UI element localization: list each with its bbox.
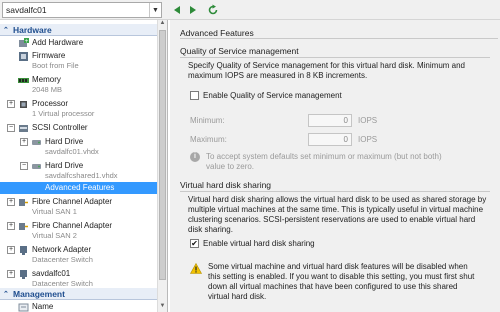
tree-item-label: Hard Drive [45,137,84,146]
tree-item-detail: savdalfc01.vhdx [45,147,99,156]
tree-item-memory[interactable]: Memory 2048 MB [0,74,157,96]
sharing-warning: Some virtual machine and virtual hard di… [208,262,475,301]
hardware-section-header[interactable]: ⌃ Hardware [0,24,157,36]
tree-item-network-adapter-2[interactable]: + savdalfc01 Datacenter Switch [0,268,157,290]
tree-item-label: Fibre Channel Adapter [32,221,113,230]
fibre-channel-icon [18,221,29,232]
tree-item-label: savdalfc01 [32,269,71,278]
sharing-description: Virtual hard disk sharing allows the vir… [188,195,487,234]
qos-group: Quality of Service management Specify Qu… [180,46,490,174]
enable-sharing-checkbox[interactable]: ✔ [190,239,199,248]
tree-item-processor[interactable]: + Processor 1 Virtual processor [0,98,157,120]
maximum-unit: IOPS [358,135,378,144]
tree-item-detail: 2048 MB [32,85,63,94]
processor-icon [18,99,29,110]
refresh-icon[interactable] [206,3,220,17]
expand-icon[interactable]: + [7,100,15,108]
tree-item-label: Add Hardware [32,38,84,47]
tree-item-label: Firmware [32,51,66,60]
tree-item-hard-drive-1[interactable]: + Hard Drive savdalfc01.vhdx [0,136,157,158]
warning-icon [189,262,203,274]
tree-scrollbar[interactable]: ▲ ▼ [157,20,167,312]
tree-item-label: Network Adapter [32,245,92,254]
tree-item-fibre-channel-2[interactable]: + Fibre Channel Adapter Virtual SAN 2 [0,220,157,242]
enable-sharing-label: Enable virtual hard disk sharing [203,239,315,248]
tree-item-detail: Virtual SAN 1 [32,207,77,216]
svg-text:+: + [24,38,28,44]
tree-item-add-hardware[interactable]: + Add Hardware [0,37,157,49]
tree-item-name[interactable]: Name [0,301,157,312]
title-divider [180,38,498,39]
management-header-label: Management [13,288,65,299]
firmware-icon [18,51,29,62]
chevron-down-icon[interactable]: ▼ [149,3,161,17]
expand-icon[interactable]: + [7,222,15,230]
vm-selector-value: savdalfc01 [6,5,47,15]
tree-item-advanced-features[interactable]: Advanced Features [0,182,157,194]
expand-icon[interactable]: + [20,138,28,146]
collapse-icon[interactable]: ⌃ [3,290,13,298]
sharing-group: Virtual hard disk sharing Virtual hard d… [180,180,490,310]
enable-qos-label: Enable Quality of Service management [203,91,342,100]
tree-item-hard-drive-2[interactable]: − Hard Drive savdalfcshared1.vhdx [0,160,157,182]
vm-selector[interactable]: savdalfc01 ▼ [2,2,162,18]
back-arrow-icon[interactable] [170,3,184,17]
tree-item-detail: Datacenter Switch [32,279,93,288]
scsi-controller-icon [18,123,29,134]
tree-item-network-adapter[interactable]: + Network Adapter Datacenter Switch [0,244,157,266]
minimum-iops-input[interactable]: 0 [308,114,352,127]
tree-item-label: Memory [32,75,61,84]
expand-icon[interactable]: + [7,270,15,278]
network-adapter-icon [18,269,29,280]
group-divider [180,57,490,58]
details-pane: Advanced Features Quality of Service man… [170,20,500,312]
scrollbar-thumb[interactable] [159,30,166,280]
sharing-group-title: Virtual hard disk sharing [180,180,272,190]
tree-item-fibre-channel-1[interactable]: + Fibre Channel Adapter Virtual SAN 1 [0,196,157,218]
tree-item-scsi-controller[interactable]: − SCSI Controller [0,122,157,134]
network-adapter-icon [18,245,29,256]
tree-item-detail: 1 Virtual processor [32,109,95,118]
toolbar: savdalfc01 ▼ [0,0,500,20]
collapse-icon[interactable]: − [20,162,28,170]
expand-icon[interactable]: + [7,198,15,206]
hard-drive-icon [31,161,42,172]
scroll-up-icon[interactable]: ▲ [158,20,167,29]
page-title: Advanced Features [180,28,254,38]
tree-item-label: Processor [32,99,69,108]
tree-item-label: Name [32,302,54,311]
management-section-header[interactable]: ⌃ Management [0,288,157,300]
hard-drive-icon [31,137,42,148]
memory-icon [18,75,29,86]
name-icon [18,302,29,312]
tree-item-firmware[interactable]: Firmware Boot from File [0,50,157,72]
tree-item-detail: savdalfcshared1.vhdx [45,171,118,180]
forward-arrow-icon[interactable] [186,3,200,17]
maximum-iops-input[interactable]: 0 [308,133,352,146]
tree-item-label: Hard Drive [45,161,84,170]
info-icon: i [190,152,200,162]
tree-item-label: Advanced Features [45,183,115,192]
expand-icon[interactable]: + [7,246,15,254]
tree-item-detail: Boot from File [32,61,79,70]
enable-qos-checkbox[interactable] [190,91,199,100]
maximum-label: Maximum: [190,135,227,144]
minimum-label: Minimum: [190,116,225,125]
tree-item-label: Fibre Channel Adapter [32,197,113,206]
minimum-unit: IOPS [358,116,378,125]
fibre-channel-icon [18,197,29,208]
qos-hint: To accept system defaults set minimum or… [206,152,442,171]
settings-tree: ⌃ Hardware + Add Hardware Firmware Boot … [0,20,168,312]
scroll-down-icon[interactable]: ▼ [158,303,167,312]
qos-group-title: Quality of Service management [180,46,299,56]
collapse-icon[interactable]: ⌃ [3,26,13,34]
hardware-header-label: Hardware [13,24,52,35]
add-hardware-icon: + [18,38,29,49]
tree-item-detail: Virtual SAN 2 [32,231,77,240]
group-divider [180,191,490,192]
qos-description: Specify Quality of Service management fo… [188,61,466,80]
collapse-icon[interactable]: − [7,124,15,132]
tree-item-label: SCSI Controller [32,123,88,132]
tree-item-detail: Datacenter Switch [32,255,93,264]
